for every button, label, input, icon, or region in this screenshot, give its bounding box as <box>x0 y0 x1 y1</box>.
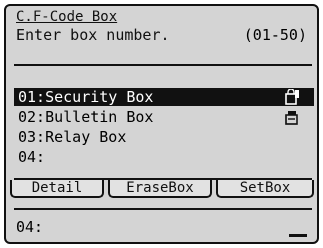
page-title: C.F-Code Box <box>16 9 118 25</box>
list-item-relay-box[interactable]: 03:Relay Box <box>14 128 314 146</box>
list-item-bulletin-box[interactable]: 02:Bulletin Box <box>14 108 314 126</box>
divider-input <box>14 208 312 210</box>
prompt-text: Enter box number. <box>16 26 170 44</box>
list-item-label: 01:Security Box <box>18 88 154 106</box>
set-box-button[interactable]: SetBox <box>216 180 314 198</box>
list-item-empty[interactable]: 04: <box>14 148 314 166</box>
list-item-label: 04: <box>18 148 46 166</box>
lcd-screen: C.F-Code Box Enter box number. (01-50) 0… <box>4 4 319 244</box>
box-number-input[interactable]: 04: <box>16 218 43 236</box>
locked-box-icon <box>285 89 299 105</box>
erase-box-button[interactable]: EraseBox <box>108 180 212 198</box>
list-item-label: 02:Bulletin Box <box>18 108 154 126</box>
list-item-security-box[interactable]: 01:Security Box <box>14 88 314 106</box>
range-text: (01-50) <box>243 26 307 44</box>
bulletin-box-icon <box>285 111 298 125</box>
divider-top <box>14 64 312 66</box>
list-item-label: 03:Relay Box <box>18 128 127 146</box>
title-bar: C.F-Code Box <box>8 8 128 28</box>
softkey-bar: Detail EraseBox SetBox <box>8 180 317 200</box>
input-cursor <box>289 234 307 237</box>
detail-button[interactable]: Detail <box>10 180 104 198</box>
